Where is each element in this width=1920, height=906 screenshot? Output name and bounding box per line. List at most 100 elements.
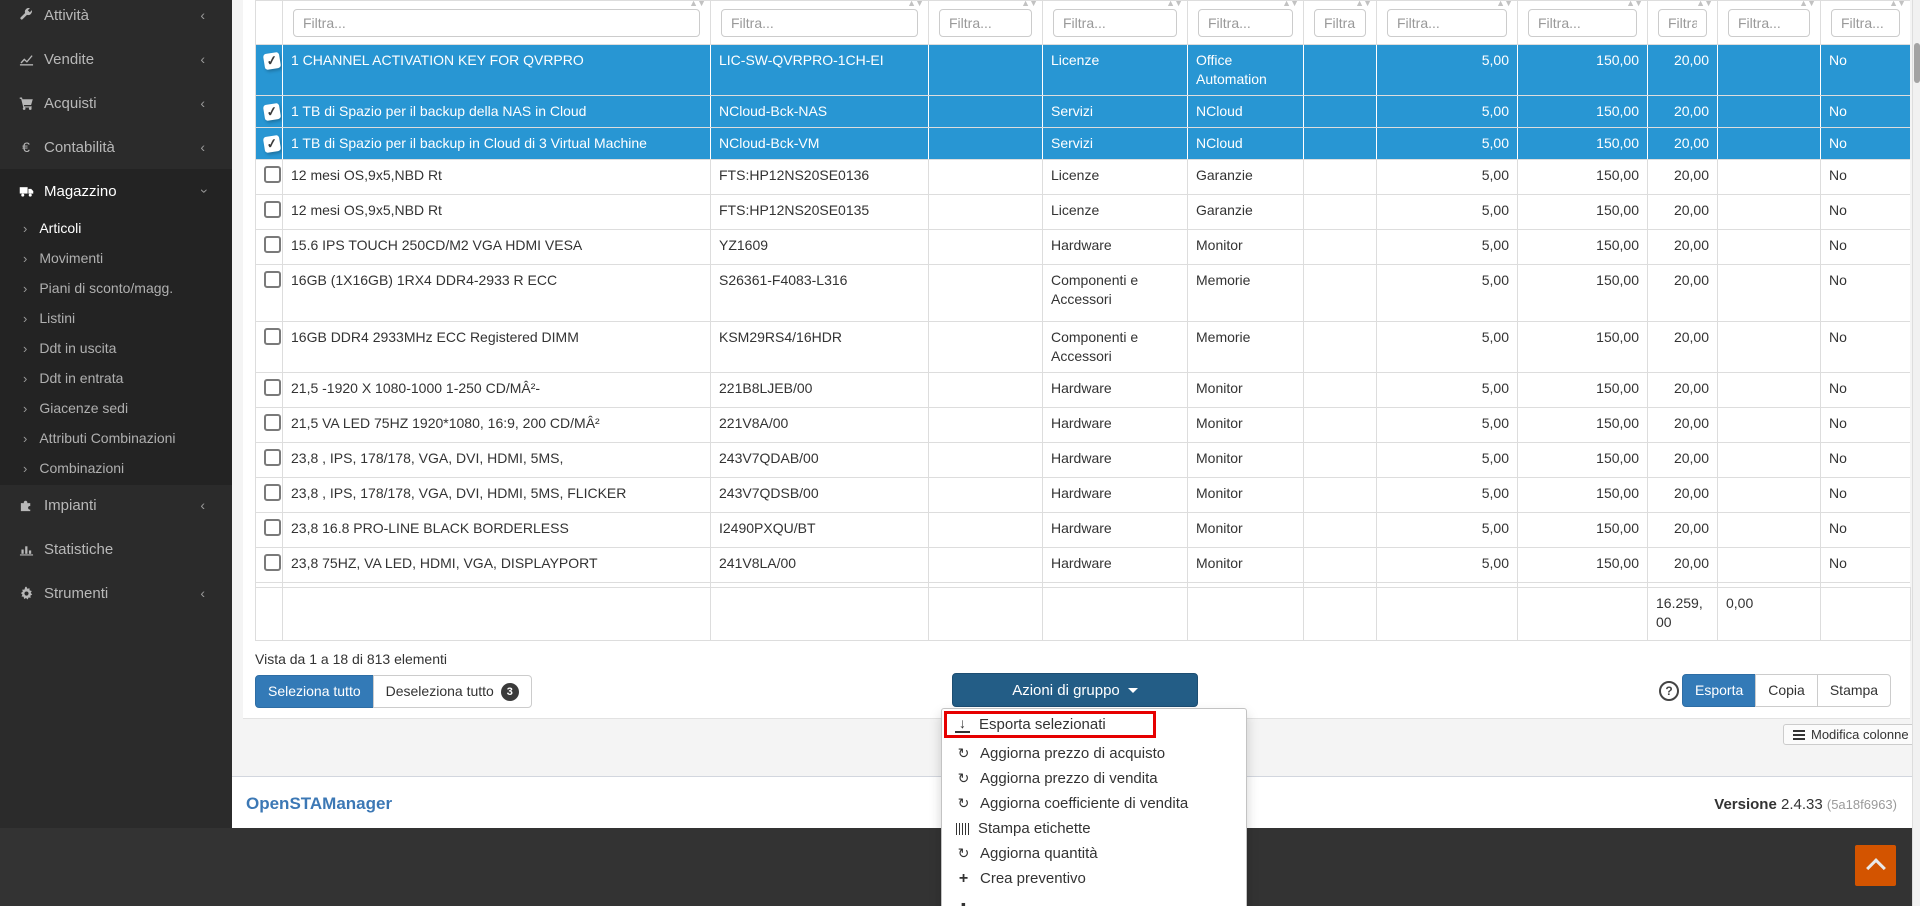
checked-checkbox[interactable]: ✓ bbox=[263, 135, 281, 153]
table-row[interactable]: 21,5 -1920 X 1080-1000 1-250 CD/MÂ²-221B… bbox=[256, 373, 1911, 408]
sidebar-item-impianti[interactable]: Impianti‹ bbox=[0, 483, 232, 527]
column-filter-input[interactable] bbox=[1387, 9, 1507, 37]
unchecked-checkbox[interactable] bbox=[264, 328, 281, 345]
sidebar-subitem-combinazioni[interactable]: ›Combinazioni bbox=[0, 453, 232, 483]
unchecked-checkbox[interactable] bbox=[264, 449, 281, 466]
sidebar-subitem-movimenti[interactable]: ›Movimenti bbox=[0, 243, 232, 273]
code-cell: 241V8LA/00 bbox=[711, 548, 929, 583]
scrollbar-thumb[interactable] bbox=[1914, 43, 1920, 83]
sidebar-item-magazzino[interactable]: Magazzino‹ bbox=[0, 169, 232, 213]
deselect-all-button[interactable]: Deseleziona tutto 3 bbox=[373, 675, 532, 708]
menu-item-crea-preventivo[interactable]: +Crea preventivo bbox=[942, 866, 1246, 891]
unchecked-checkbox[interactable] bbox=[264, 519, 281, 536]
sidebar-subitem-label: Movimenti bbox=[39, 250, 103, 266]
sidebar-item-attivit[interactable]: Attività‹ bbox=[0, 0, 232, 37]
table-row[interactable]: ✓1 TB di Spazio per il backup della NAS … bbox=[256, 96, 1911, 128]
unchecked-checkbox[interactable] bbox=[264, 271, 281, 288]
sidebar-item-statistiche[interactable]: Statistiche bbox=[0, 527, 232, 571]
subcategory-cell: Memorie bbox=[1188, 265, 1304, 322]
empty-cell bbox=[929, 478, 1043, 513]
version-label: Versione bbox=[1714, 796, 1777, 813]
unchecked-checkbox[interactable] bbox=[264, 554, 281, 571]
sidebar-item-acquisti[interactable]: Acquisti‹ bbox=[0, 81, 232, 125]
sidebar-subitem-piani-di-sconto-magg[interactable]: ›Piani di sconto/magg. bbox=[0, 273, 232, 303]
unchecked-checkbox[interactable] bbox=[264, 484, 281, 501]
sidebar-item-strumenti[interactable]: Strumenti‹ bbox=[0, 571, 232, 615]
filter-cell: ▲▼ bbox=[283, 1, 711, 45]
checked-checkbox[interactable]: ✓ bbox=[263, 52, 281, 70]
unchecked-checkbox[interactable] bbox=[264, 166, 281, 183]
column-filter-input[interactable] bbox=[1728, 9, 1810, 37]
unchecked-checkbox[interactable] bbox=[264, 379, 281, 396]
column-filter-input[interactable] bbox=[1053, 9, 1177, 37]
table-row[interactable]: ✓1 TB di Spazio per il backup in Cloud d… bbox=[256, 128, 1911, 160]
table-row[interactable]: 21,5 VA LED 75HZ 1920*1080, 16:9, 200 CD… bbox=[256, 408, 1911, 443]
table-row[interactable]: 12 mesi OS,9x5,NBD RtFTS:HP12NS20SE0136L… bbox=[256, 160, 1911, 195]
column-filter-input[interactable] bbox=[1528, 9, 1637, 37]
menu-item-stampa-etichette[interactable]: Stampa etichette bbox=[942, 816, 1246, 841]
menu-item-partial[interactable]: ▪ bbox=[942, 891, 1246, 906]
column-filter-input[interactable] bbox=[1198, 9, 1293, 37]
filter-cell: ▲▼ bbox=[1188, 1, 1304, 45]
table-row[interactable]: 12 mesi OS,9x5,NBD RtFTS:HP12NS20SE0135L… bbox=[256, 195, 1911, 230]
sidebar-subitem-attributi-combinazioni[interactable]: ›Attributi Combinazioni bbox=[0, 423, 232, 453]
print-button[interactable]: Stampa bbox=[1817, 674, 1891, 707]
column-filter-input[interactable] bbox=[1831, 9, 1900, 37]
brand-link[interactable]: OpenSTAManager bbox=[246, 794, 392, 814]
menu-item-aggiorna-quantit[interactable]: ↻Aggiorna quantità bbox=[942, 841, 1246, 866]
table-row[interactable]: 16GB (1X16GB) 1RX4 DDR4-2933 R ECCS26361… bbox=[256, 265, 1911, 322]
sort-arrows-icon: ▲▼ bbox=[907, 1, 923, 14]
table-row[interactable]: ✓1 CHANNEL ACTIVATION KEY FOR QVRPROLIC-… bbox=[256, 45, 1911, 96]
checked-checkbox[interactable]: ✓ bbox=[263, 103, 281, 121]
table-row[interactable]: 23,8 16.8 PRO-LINE BLACK BORDERLESSI2490… bbox=[256, 513, 1911, 548]
description-cell: 15.6 IPS TOUCH 250CD/M2 VGA HDMI VESA bbox=[283, 230, 711, 265]
sidebar-subitem-ddt-in-entrata[interactable]: ›Ddt in entrata bbox=[0, 363, 232, 393]
modify-columns-button[interactable]: Modifica colonne bbox=[1783, 724, 1919, 745]
quantity-cell: 5,00 bbox=[1377, 443, 1518, 478]
help-icon[interactable]: ? bbox=[1659, 681, 1679, 701]
sidebar-subitem-giacenze-sedi[interactable]: ›Giacenze sedi bbox=[0, 393, 232, 423]
table-row[interactable]: 15.6 IPS TOUCH 250CD/M2 VGA HDMI VESAYZ1… bbox=[256, 230, 1911, 265]
table-row[interactable]: 16GB DDR4 2933MHz ECC Registered DIMMKSM… bbox=[256, 322, 1911, 373]
sidebar-subitem-label: Attributi Combinazioni bbox=[39, 430, 175, 446]
unchecked-checkbox[interactable] bbox=[264, 201, 281, 218]
table-row[interactable]: 23,8 , IPS, 178/178, VGA, DVI, HDMI, 5MS… bbox=[256, 478, 1911, 513]
empty-cell bbox=[1304, 478, 1377, 513]
table-row[interactable]: 23,8 , IPS, 178/178, VGA, DVI, HDMI, 5MS… bbox=[256, 443, 1911, 478]
empty-cell bbox=[1718, 478, 1821, 513]
menu-item-aggiorna-prezzo-di-acquisto[interactable]: ↻Aggiorna prezzo di acquisto bbox=[942, 741, 1246, 766]
group-actions-button[interactable]: Azioni di gruppo bbox=[952, 673, 1198, 707]
filter-cell-checkbox bbox=[256, 1, 283, 45]
unchecked-checkbox[interactable] bbox=[264, 236, 281, 253]
sidebar-item-contabilit[interactable]: €Contabilità‹ bbox=[0, 125, 232, 169]
sidebar-subitem-articoli[interactable]: ›Articoli bbox=[0, 213, 232, 243]
column-filter-input[interactable] bbox=[1314, 9, 1366, 37]
serial-cell: No bbox=[1821, 265, 1911, 322]
scroll-to-top-button[interactable] bbox=[1855, 845, 1896, 886]
refresh-icon: ↻ bbox=[956, 770, 971, 787]
description-cell: 23,8 , IPS, 178/178, VGA, DVI, HDMI, 5MS… bbox=[283, 478, 711, 513]
table-row[interactable]: 23,8 75HZ, VA LED, HDMI, VGA, DISPLAYPOR… bbox=[256, 548, 1911, 583]
copy-button[interactable]: Copia bbox=[1755, 674, 1818, 707]
column-filter-input[interactable] bbox=[1658, 9, 1707, 37]
totals-table: 16.259,000,00 bbox=[255, 587, 1911, 641]
unchecked-checkbox[interactable] bbox=[264, 414, 281, 431]
totals-row-wrap: 16.259,000,00 bbox=[255, 587, 1910, 641]
column-filter-input[interactable] bbox=[721, 9, 918, 37]
totals-empty-cell bbox=[929, 588, 1043, 641]
filter-row: ▲▼▲▼▲▼▲▼▲▼▲▼▲▼▲▼▲▼▲▼▲▼ bbox=[256, 1, 1911, 45]
sidebar-subitem-ddt-in-uscita[interactable]: ›Ddt in uscita bbox=[0, 333, 232, 363]
menu-item-esporta-selezionati[interactable]: ↓Esporta selezionati bbox=[944, 711, 1156, 738]
export-button[interactable]: Esporta bbox=[1682, 674, 1756, 707]
column-filter-input[interactable] bbox=[939, 9, 1032, 37]
price-cell: 150,00 bbox=[1518, 128, 1648, 160]
select-all-button[interactable]: Seleziona tutto bbox=[255, 675, 374, 708]
menu-item-aggiorna-prezzo-di-vendita[interactable]: ↻Aggiorna prezzo di vendita bbox=[942, 766, 1246, 791]
menu-item-aggiorna-coefficiente-di-vendita[interactable]: ↻Aggiorna coefficiente di vendita bbox=[942, 791, 1246, 816]
sidebar-subitem-listini[interactable]: ›Listini bbox=[0, 303, 232, 333]
sidebar-item-vendite[interactable]: Vendite‹ bbox=[0, 37, 232, 81]
barcode-icon bbox=[956, 823, 969, 835]
price-cell: 150,00 bbox=[1518, 548, 1648, 583]
empty-cell bbox=[1304, 548, 1377, 583]
column-filter-input[interactable] bbox=[293, 9, 700, 37]
